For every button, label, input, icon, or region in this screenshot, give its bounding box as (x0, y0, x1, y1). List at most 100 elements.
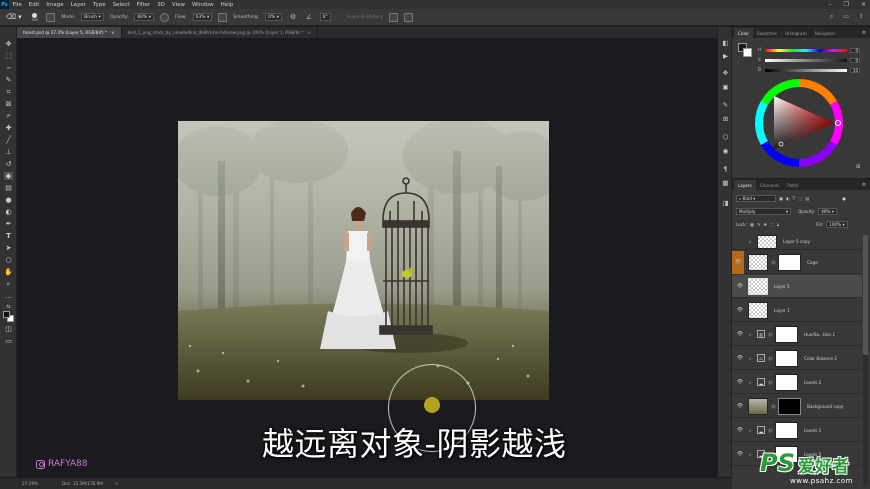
character-panel-icon[interactable]: ✎ (721, 100, 730, 109)
menu-edit[interactable]: Edit (25, 2, 43, 8)
healing-tool-icon[interactable]: ✚ (4, 124, 13, 132)
type-tool-icon[interactable]: T (4, 232, 13, 240)
panel-menu-icon[interactable]: ≡ (862, 30, 866, 36)
path-select-tool-icon[interactable]: ➤ (4, 244, 13, 252)
tab-layers[interactable]: Layers (734, 180, 756, 190)
stamp-tool-icon[interactable]: ⊥ (4, 148, 13, 156)
lock-artboard-icon[interactable]: ⬚ (770, 222, 774, 227)
history-panel-icon[interactable]: ◧ (721, 38, 730, 47)
filter-shape-icon[interactable]: ⬚ (798, 196, 802, 201)
menu-filter[interactable]: Filter (133, 2, 154, 8)
quick-mask-icon[interactable]: ◫ (4, 325, 13, 333)
visibility-eye-icon[interactable]: 👁︎ (736, 427, 744, 433)
saturation-slider[interactable] (765, 59, 847, 62)
crop-tool-icon[interactable]: ⌗ (4, 88, 13, 96)
visibility-eye-icon[interactable]: 👁︎ (736, 403, 744, 409)
dodge-tool-icon[interactable]: ◐ (4, 208, 13, 216)
layer-name[interactable]: Layer 5 copy (783, 239, 810, 244)
color-bg-swatch[interactable] (743, 48, 752, 57)
tab-channels[interactable]: Channels (756, 180, 783, 190)
zoom-level[interactable]: 27.29% (22, 481, 38, 486)
lock-pixels-icon[interactable]: ✎ (757, 222, 761, 227)
menu-layer[interactable]: Layer (67, 2, 89, 8)
eyedropper-tool-icon[interactable]: ⌿ (4, 112, 13, 120)
layer-mask-thumbnail[interactable] (775, 325, 799, 343)
menu-help[interactable]: Help (217, 2, 237, 8)
brush-panel-icon[interactable]: ✥ (721, 68, 730, 77)
tab-navigator[interactable]: Navigator (811, 28, 840, 38)
lock-transparent-icon[interactable]: ▦ (750, 222, 754, 227)
filter-type-icon[interactable]: T (793, 196, 796, 201)
brush-size-picker[interactable]: 500 (30, 12, 41, 22)
menu-window[interactable]: Window (188, 2, 217, 8)
history-brush-tool-icon[interactable]: ↺ (4, 160, 13, 168)
saturation-value[interactable]: 0 (850, 58, 860, 63)
layer-name[interactable]: Layer 1 (774, 308, 790, 313)
eraser-tool-preset-icon[interactable]: ⌫ ▾ (4, 13, 24, 22)
libraries-icon[interactable]: ◨ (721, 198, 730, 207)
actions-play-icon[interactable]: ▶ (721, 51, 730, 60)
properties-icon[interactable]: ◉ (721, 146, 730, 155)
layer-row[interactable]: 👁︎ Layer 1 (732, 299, 862, 322)
erase-to-history-checkbox[interactable]: Erase to History (347, 15, 383, 20)
pressure-opacity-icon[interactable] (160, 12, 170, 22)
adjust-icon[interactable]: ▣ (721, 82, 730, 91)
visibility-eye-icon[interactable]: 👁︎ (736, 451, 744, 457)
menu-view[interactable]: View (168, 2, 188, 8)
layer-mask-thumbnail[interactable] (775, 421, 799, 439)
tab-bird-close-icon[interactable]: × (307, 30, 311, 35)
document-canvas[interactable] (178, 121, 549, 400)
quick-select-tool-icon[interactable]: ✎ (4, 76, 13, 84)
search-icon[interactable]: ⌕ (830, 13, 833, 21)
layer-name[interactable]: Levels 1 (804, 428, 821, 433)
lock-position-icon[interactable]: ✥ (763, 222, 767, 227)
visibility-eye-icon[interactable]: 👁︎ (732, 250, 744, 274)
tab-forest-close-icon[interactable]: × (111, 30, 115, 35)
layer-mask-thumbnail[interactable] (775, 373, 799, 391)
layer-name[interactable]: Cage (807, 260, 818, 265)
layers-scrollbar-thumb[interactable] (863, 235, 868, 355)
layer-row[interactable]: 👁︎ ⛓︎ Cage (732, 250, 862, 274)
filter-toggle-icon[interactable]: ● (842, 196, 846, 201)
hue-slider[interactable] (765, 49, 847, 52)
blur-tool-icon[interactable]: ● (4, 196, 13, 204)
eraser-tool-icon[interactable]: ◆ (4, 172, 13, 180)
pressure-size-icon[interactable] (388, 12, 398, 22)
layer-opacity-field[interactable]: 40% ▾ (818, 208, 837, 215)
color-panel-menu-icon[interactable]: ⊞ (856, 164, 860, 170)
mode-select[interactable]: Brush ▾ (81, 13, 104, 21)
visibility-eye-icon[interactable]: 👁︎ (736, 355, 744, 361)
layer-name[interactable]: Hue/Sa...tion 1 (804, 332, 835, 337)
tab-histogram[interactable]: Histogram (781, 28, 811, 38)
brush-tool-icon[interactable]: ╱ (4, 136, 13, 144)
menu-file[interactable]: File (9, 2, 25, 8)
status-menu-arrow[interactable]: > (115, 481, 119, 486)
layer-filter-select[interactable]: ⌕ Kind ▾ (736, 195, 776, 202)
smoothing-options-gear-icon[interactable]: ⚙ (288, 13, 298, 22)
opacity-field[interactable]: 60% ▾ (134, 13, 155, 21)
layer-row[interactable]: 👁︎ ⛓︎ Background copy (732, 395, 862, 418)
layer-name[interactable]: Layer 5 (774, 284, 790, 289)
layer-row[interactable]: 👁︎ ↲ ▂ ⛓︎ Levels 1 (732, 419, 862, 442)
tab-swatches[interactable]: Swatches (753, 28, 781, 38)
layer-row[interactable]: 👁︎ Layer 5 (732, 275, 862, 298)
minimize-icon[interactable]: – (829, 1, 832, 8)
brightness-slider[interactable] (765, 69, 847, 72)
hue-value[interactable]: 0 (850, 48, 860, 53)
hand-tool-icon[interactable]: ✋ (4, 268, 13, 276)
menu-image[interactable]: Image (43, 2, 67, 8)
visibility-eye-icon[interactable]: 👁︎ (736, 283, 744, 289)
angle-field[interactable]: 0° (319, 13, 331, 21)
fill-field[interactable]: 100% ▾ (826, 221, 848, 228)
filter-pixel-icon[interactable]: ▣ (779, 196, 783, 201)
layer-row[interactable]: ↲ Layer 5 copy (732, 234, 862, 250)
swap-colors-icon[interactable]: ⇆ (4, 303, 13, 311)
glyphs-icon[interactable]: ▦ (721, 178, 730, 187)
symmetry-icon[interactable] (403, 12, 413, 22)
layer-mask-thumbnail[interactable] (778, 397, 802, 415)
layer-row[interactable]: 👁︎ ↲ ▂ ⛓︎ Levels 2 (732, 371, 862, 394)
gradient-tool-icon[interactable]: ▤ (4, 184, 13, 192)
screen-mode-icon[interactable]: ▭ (4, 337, 13, 345)
layer-row[interactable]: 👁︎ ↲ ▥ ⛓︎ Hue/Sa...tion 1 (732, 323, 862, 346)
color-wheel[interactable] (754, 78, 844, 168)
